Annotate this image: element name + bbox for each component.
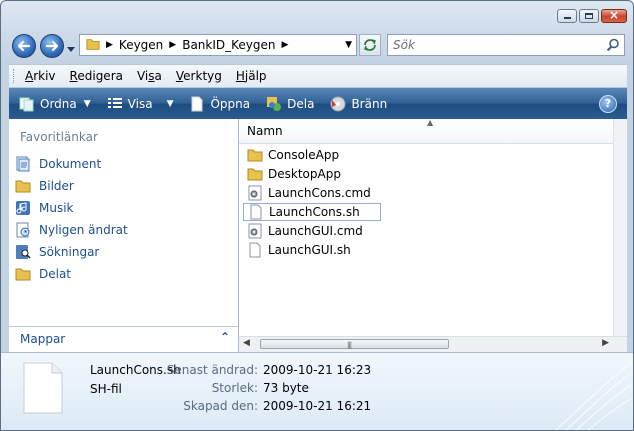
- address-dropdown-icon[interactable]: ▼: [345, 40, 356, 50]
- maximize-button[interactable]: [579, 9, 599, 23]
- scrollbar-thumb[interactable]: |||: [260, 339, 449, 349]
- search-box[interactable]: Sök: [387, 34, 625, 56]
- search-input[interactable]: Sök: [393, 38, 415, 52]
- chevron-right-icon[interactable]: ▶: [169, 40, 176, 50]
- arrow-right-icon: [45, 40, 59, 52]
- refresh-icon: [364, 39, 376, 51]
- detail-modified-label: Senast ändrad:: [166, 363, 258, 377]
- music-icon: [15, 200, 31, 216]
- scroll-left-icon[interactable]: ◀: [243, 338, 250, 348]
- menu-visa[interactable]: Visa: [137, 69, 162, 83]
- folder-icon: [247, 147, 263, 163]
- help-button[interactable]: ?: [599, 94, 617, 113]
- column-header-name[interactable]: Namn ▲: [239, 118, 619, 144]
- burn-button[interactable]: Bränn: [330, 96, 387, 112]
- back-button[interactable]: [12, 34, 36, 58]
- detail-modified-value: 2009-10-21 16:23: [263, 363, 372, 377]
- cmd-file-icon: [247, 185, 263, 201]
- favorite-music[interactable]: Musik: [15, 197, 128, 219]
- breadcrumb-bankid-keygen[interactable]: BankID_Keygen: [182, 35, 275, 55]
- forward-button[interactable]: [40, 34, 64, 58]
- scroll-right-icon[interactable]: ▶: [602, 338, 609, 348]
- file-pane: Namn ▲ ConsoleApp DesktopApp LaunchCons.…: [239, 118, 627, 352]
- organize-button[interactable]: Ordna ▼: [19, 96, 91, 112]
- chevron-down-icon: [67, 47, 75, 52]
- command-bar: Ordna ▼ Visa ▼ Öppna Dela Bränn ?: [9, 88, 627, 119]
- open-button[interactable]: Öppna: [189, 96, 250, 112]
- folders-label: Mappar: [20, 332, 66, 346]
- file-item-desktopapp[interactable]: DesktopApp: [243, 165, 381, 183]
- breadcrumb-keygen[interactable]: Keygen: [119, 35, 163, 55]
- documents-icon: [15, 156, 31, 172]
- share-button[interactable]: Dela: [266, 96, 314, 112]
- file-item-launchgui-sh[interactable]: LaunchGUI.sh: [243, 241, 381, 259]
- navigation-pane: Favoritlänkar Dokument Bilder Musik Nyli…: [9, 119, 239, 352]
- views-button[interactable]: Visa ▼: [107, 96, 174, 112]
- file-preview-icon: [23, 362, 63, 414]
- recent-icon: [15, 222, 31, 238]
- menu-hjalp[interactable]: Hjälp: [236, 69, 267, 83]
- horizontal-scrollbar[interactable]: ◀ ||| ▶: [239, 336, 627, 352]
- caption-buttons: ×: [555, 8, 627, 23]
- chevron-down-icon: ▼: [166, 98, 174, 109]
- address-bar[interactable]: ▶ Keygen ▶ BankID_Keygen ▶ ▼: [79, 34, 357, 56]
- search-folder-icon: [15, 244, 31, 260]
- minimize-button[interactable]: [557, 9, 577, 23]
- file-item-launchcons-cmd[interactable]: LaunchCons.cmd: [243, 184, 381, 202]
- menu-redigera[interactable]: Redigera: [70, 69, 123, 83]
- file-icon: [248, 204, 264, 220]
- chevron-down-icon: ▼: [83, 98, 91, 109]
- file-item-consoleapp[interactable]: ConsoleApp: [243, 146, 381, 164]
- chevron-up-icon[interactable]: ⌃: [220, 330, 230, 344]
- file-item-launchcons-sh[interactable]: LaunchCons.sh: [243, 203, 381, 221]
- file-list: ConsoleApp DesktopApp LaunchCons.cmd Lau…: [243, 146, 381, 260]
- favorites-title: Favoritlänkar: [20, 130, 98, 144]
- favorites-list: Dokument Bilder Musik Nyligen ändrat Sök…: [15, 153, 128, 285]
- detail-size-label: Storlek:: [211, 381, 258, 395]
- chevron-right-icon[interactable]: ▶: [106, 40, 113, 50]
- details-pane: LaunchCons.sh SH-fil Senast ändrad: 2009…: [1, 352, 633, 430]
- burn-disc-icon: [330, 96, 346, 112]
- detail-filetype: SH-fil: [90, 382, 122, 396]
- favorite-recent[interactable]: Nyligen ändrat: [15, 219, 128, 241]
- file-icon: [247, 242, 263, 258]
- decorative-swoosh: [555, 362, 632, 430]
- toolbar-grip[interactable]: [13, 69, 17, 83]
- menu-arkiv[interactable]: Arkiv: [25, 69, 56, 83]
- detail-size-value: 73 byte: [263, 381, 309, 395]
- recent-pages-dropdown[interactable]: [67, 42, 75, 56]
- vertical-scrollbar[interactable]: [613, 119, 627, 336]
- detail-created-label: Skapad den:: [183, 399, 258, 413]
- folder-icon: [86, 37, 100, 54]
- menu-bar: Arkiv Redigera Visa Verktyg Hjälp: [9, 64, 627, 88]
- search-icon: [606, 38, 619, 52]
- views-icon: [107, 96, 123, 112]
- close-icon: ×: [608, 8, 620, 22]
- sort-ascending-icon: ▲: [427, 118, 434, 127]
- favorite-shared[interactable]: Delat: [15, 263, 128, 285]
- arrow-left-icon: [17, 40, 31, 52]
- close-button[interactable]: ×: [601, 8, 627, 23]
- chevron-right-icon[interactable]: ▶: [282, 40, 289, 50]
- detail-created-value: 2009-10-21 16:21: [263, 399, 372, 413]
- favorite-pictures[interactable]: Bilder: [15, 175, 128, 197]
- menu-verktyg[interactable]: Verktyg: [176, 69, 222, 83]
- document-icon: [189, 96, 205, 112]
- favorite-documents[interactable]: Dokument: [15, 153, 128, 175]
- explorer-window: × ▶ Keygen ▶ BankID_Keygen ▶ ▼ Sök Arkiv…: [0, 0, 634, 431]
- grip-icon: |||: [347, 341, 352, 349]
- file-item-launchgui-cmd[interactable]: LaunchGUI.cmd: [243, 222, 381, 240]
- share-icon: [266, 96, 282, 112]
- folders-toggle[interactable]: Mappar ⌃: [9, 326, 238, 352]
- refresh-button[interactable]: [359, 34, 381, 56]
- folder-icon: [15, 178, 31, 194]
- cmd-file-icon: [247, 223, 263, 239]
- shared-folder-icon: [15, 266, 31, 282]
- organize-icon: [19, 96, 35, 112]
- folder-icon: [247, 166, 263, 182]
- favorite-searches[interactable]: Sökningar: [15, 241, 128, 263]
